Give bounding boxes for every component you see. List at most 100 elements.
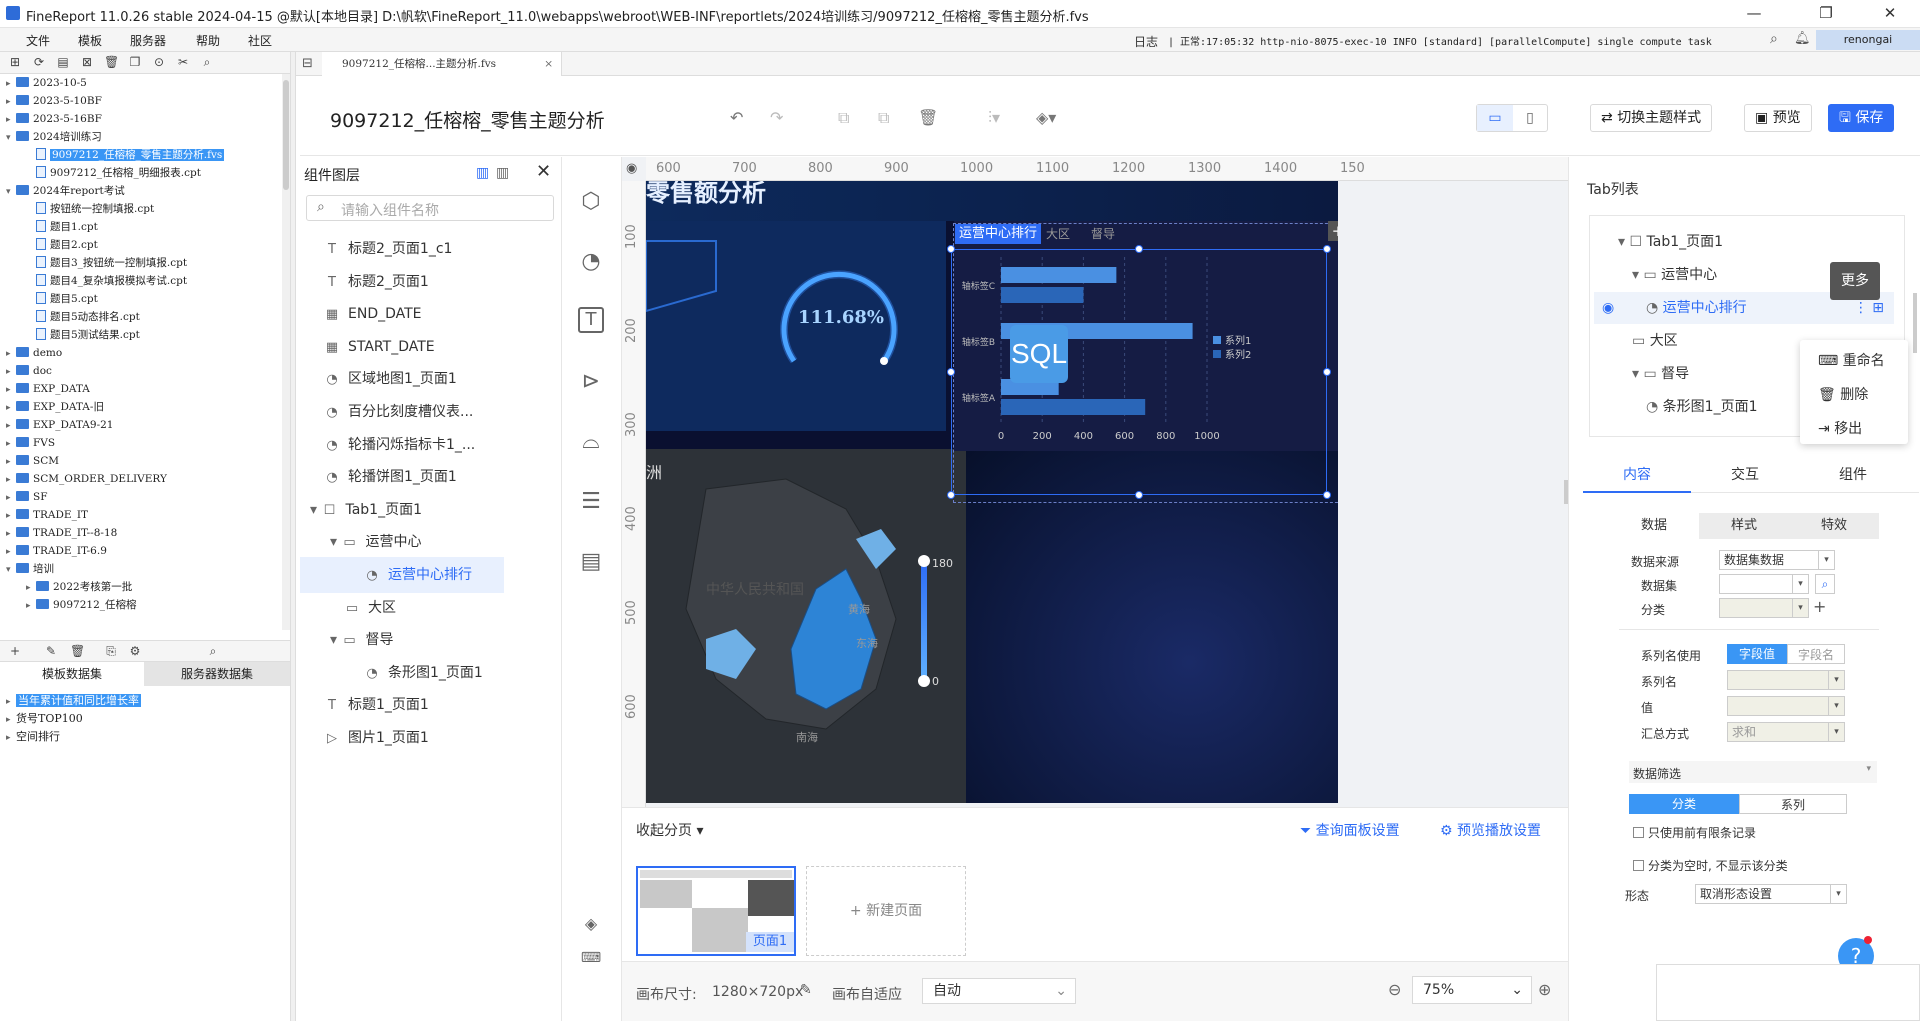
delete-icon[interactable]: 🗑︎: [104, 55, 119, 69]
delete-menu-item[interactable]: 🗑︎ 删除: [1818, 384, 1868, 404]
subtab-effects[interactable]: 特效: [1789, 513, 1879, 539]
resize-handle[interactable]: [947, 491, 955, 499]
expand-arrow-icon[interactable]: ▾: [330, 632, 341, 648]
tab-list-icon[interactable]: ⊟: [302, 56, 313, 71]
tab-tree-item[interactable]: ▭ 大区: [1594, 325, 1834, 357]
zoom-out-icon[interactable]: ⊖: [1388, 980, 1401, 999]
layer-item[interactable]: T 标题1_页面1: [300, 687, 504, 723]
delete-component-icon[interactable]: 🗑︎: [918, 108, 938, 127]
expand-arrow-icon[interactable]: ▾: [1632, 267, 1643, 283]
tab-server-datasets[interactable]: 服务器数据集: [144, 662, 290, 686]
tree-file[interactable]: 题目5动态排名.cpt: [26, 308, 140, 326]
tree-folder[interactable]: ▾ 2024培训练习: [6, 128, 102, 146]
table-component-icon[interactable]: ☰: [576, 487, 606, 517]
tab-tree-scrollbar[interactable]: [1913, 293, 1917, 353]
tree-file[interactable]: 按钮统一控制填报.cpt: [26, 200, 154, 218]
restore-icon[interactable]: ❐: [1816, 4, 1836, 24]
tab-content[interactable]: 内容: [1583, 457, 1691, 493]
log-label[interactable]: 日志: [1134, 33, 1158, 50]
tree-search-icon[interactable]: ⌕: [200, 55, 214, 69]
dataset-search-icon[interactable]: ⌕: [206, 644, 220, 658]
layer-item[interactable]: T 标题2_页面1_c1: [300, 231, 504, 267]
layout-view-icon[interactable]: ▥: [476, 165, 489, 181]
tree-file[interactable]: 题目3_按钮统一控制填报.cpt: [26, 254, 187, 272]
close-panel-icon[interactable]: ✕: [536, 161, 551, 182]
split-view-icon[interactable]: ▥: [496, 165, 509, 181]
layer-item[interactable]: ▦ END_DATE: [300, 296, 504, 332]
tree-arrow-icon[interactable]: ▾: [6, 183, 16, 201]
layer-item[interactable]: ◔ 轮播饼图1_页面1: [300, 459, 504, 495]
visual-map-scale[interactable]: [921, 561, 927, 681]
paste-component-icon[interactable]: ⧉: [878, 108, 889, 128]
tree-arrow-icon[interactable]: ▸: [26, 579, 36, 597]
collapse-pages-button[interactable]: 收起分页 ▾: [636, 820, 703, 840]
tree-folder[interactable]: ▸ SCM: [6, 452, 59, 470]
checkbox[interactable]: [1633, 860, 1644, 871]
tree-file[interactable]: 题目4_复杂填报模拟考试.cpt: [26, 272, 187, 290]
expand-arrow-icon[interactable]: ▾: [310, 502, 321, 518]
layer-order-icon[interactable]: ◈▾: [1036, 108, 1056, 127]
file-tree-scrollbar[interactable]: [282, 74, 290, 630]
checkbox[interactable]: [1633, 827, 1644, 838]
tab-tree-item[interactable]: ▾ ▭ 运营中心: [1594, 259, 1834, 291]
tab-tree-item[interactable]: ▾ ☐ Tab1_页面1: [1594, 226, 1834, 258]
tree-arrow-icon[interactable]: ▸: [6, 345, 16, 363]
resize-handle[interactable]: [1323, 491, 1331, 499]
locate-icon[interactable]: ⊙: [152, 55, 166, 69]
text-component-icon[interactable]: T: [578, 307, 604, 333]
tree-folder[interactable]: ▾ 2024年report考试: [6, 182, 125, 200]
dashboard-canvas[interactable]: 零售额分析 111.68% 洲 中华人民共和国 黄海 东海 南海 180 0 运…: [646, 181, 1338, 803]
tab-item[interactable]: 大区: [1046, 224, 1070, 244]
dataset-item[interactable]: ▸ 空间排行: [6, 728, 60, 746]
expand-arrow-icon[interactable]: ▾: [1632, 366, 1643, 382]
eye-icon[interactable]: ◉: [1602, 292, 1614, 324]
tree-arrow-icon[interactable]: ▸: [6, 471, 16, 489]
menu-file[interactable]: 文件: [26, 32, 50, 49]
resize-handle[interactable]: [1135, 491, 1143, 499]
tab-item[interactable]: 督导: [1091, 224, 1115, 244]
dataset-item[interactable]: ▸ 货号TOP100: [6, 710, 83, 728]
refresh-icon[interactable]: ⟳: [32, 55, 46, 69]
layer-item[interactable]: ◔ 条形图1_页面1: [300, 655, 504, 691]
expand-arrow-icon[interactable]: ▾: [330, 534, 341, 550]
rename-menu-item[interactable]: ⌨ 重命名: [1818, 350, 1885, 370]
switch-theme-button[interactable]: ⇄ 切换主题样式: [1590, 104, 1713, 132]
resize-handle[interactable]: [947, 245, 955, 253]
chart-pie-icon[interactable]: ◔: [576, 247, 606, 277]
left-splitter[interactable]: [290, 52, 296, 1021]
tree-folder[interactable]: ▸ TRADE_IT: [6, 506, 88, 524]
tree-arrow-icon[interactable]: ▸: [6, 111, 16, 129]
layer-item[interactable]: ▾ ▭ 运营中心: [300, 524, 504, 560]
add-tab-icon[interactable]: +: [1328, 221, 1338, 241]
data-source-select[interactable]: 数据集数据 ▾: [1719, 550, 1835, 570]
layer-item[interactable]: ◔ 百分比刻度槽仪表...: [300, 394, 504, 430]
tree-folder[interactable]: ▸ 2023-5-10BF: [6, 92, 102, 110]
edit-size-icon[interactable]: ✎: [800, 982, 812, 998]
minimize-icon[interactable]: —: [1744, 4, 1764, 24]
layer-item[interactable]: ▦ START_DATE: [300, 329, 504, 365]
move-out-menu-item[interactable]: ⇥ 移出: [1818, 418, 1862, 438]
tree-arrow-icon[interactable]: ▾: [6, 561, 16, 579]
zoom-in-icon[interactable]: ⊕: [1538, 980, 1551, 999]
tree-file[interactable]: 9097212_任榕榕_零售主题分析.fvs: [26, 146, 225, 164]
new-page-button[interactable]: + 新建页面: [806, 866, 966, 956]
dataset-select[interactable]: ▾: [1719, 574, 1809, 594]
tab-tree-item[interactable]: ◔ 条形图1_页面1: [1594, 391, 1834, 423]
user-badge[interactable]: renongai: [1816, 30, 1920, 50]
tree-arrow-icon[interactable]: ▸: [6, 435, 16, 453]
tree-arrow-icon[interactable]: ▸: [6, 453, 16, 471]
tab-template-datasets[interactable]: 模板数据集: [0, 662, 144, 686]
tree-arrow-icon[interactable]: ▸: [6, 543, 16, 561]
tab-item-active[interactable]: 运营中心排行: [955, 224, 1042, 244]
shape-select[interactable]: 取消形态设置 ▾: [1695, 884, 1847, 904]
close-window-icon[interactable]: ✕: [1880, 4, 1900, 24]
bell-icon[interactable]: 🔔︎: [1794, 31, 1811, 46]
scale-handle-top[interactable]: [918, 555, 930, 567]
tray-icon[interactable]: ⌓: [576, 427, 606, 457]
tree-folder[interactable]: ▸ 2023-10-5: [6, 74, 87, 92]
resize-handle[interactable]: [1135, 245, 1143, 253]
keyboard-icon[interactable]: ⌨: [576, 943, 606, 973]
tab-interaction[interactable]: 交互: [1691, 457, 1799, 493]
tree-folder[interactable]: ▸ TRADE_IT-6.9: [6, 542, 107, 560]
banner-title[interactable]: 零售额分析: [646, 181, 766, 208]
